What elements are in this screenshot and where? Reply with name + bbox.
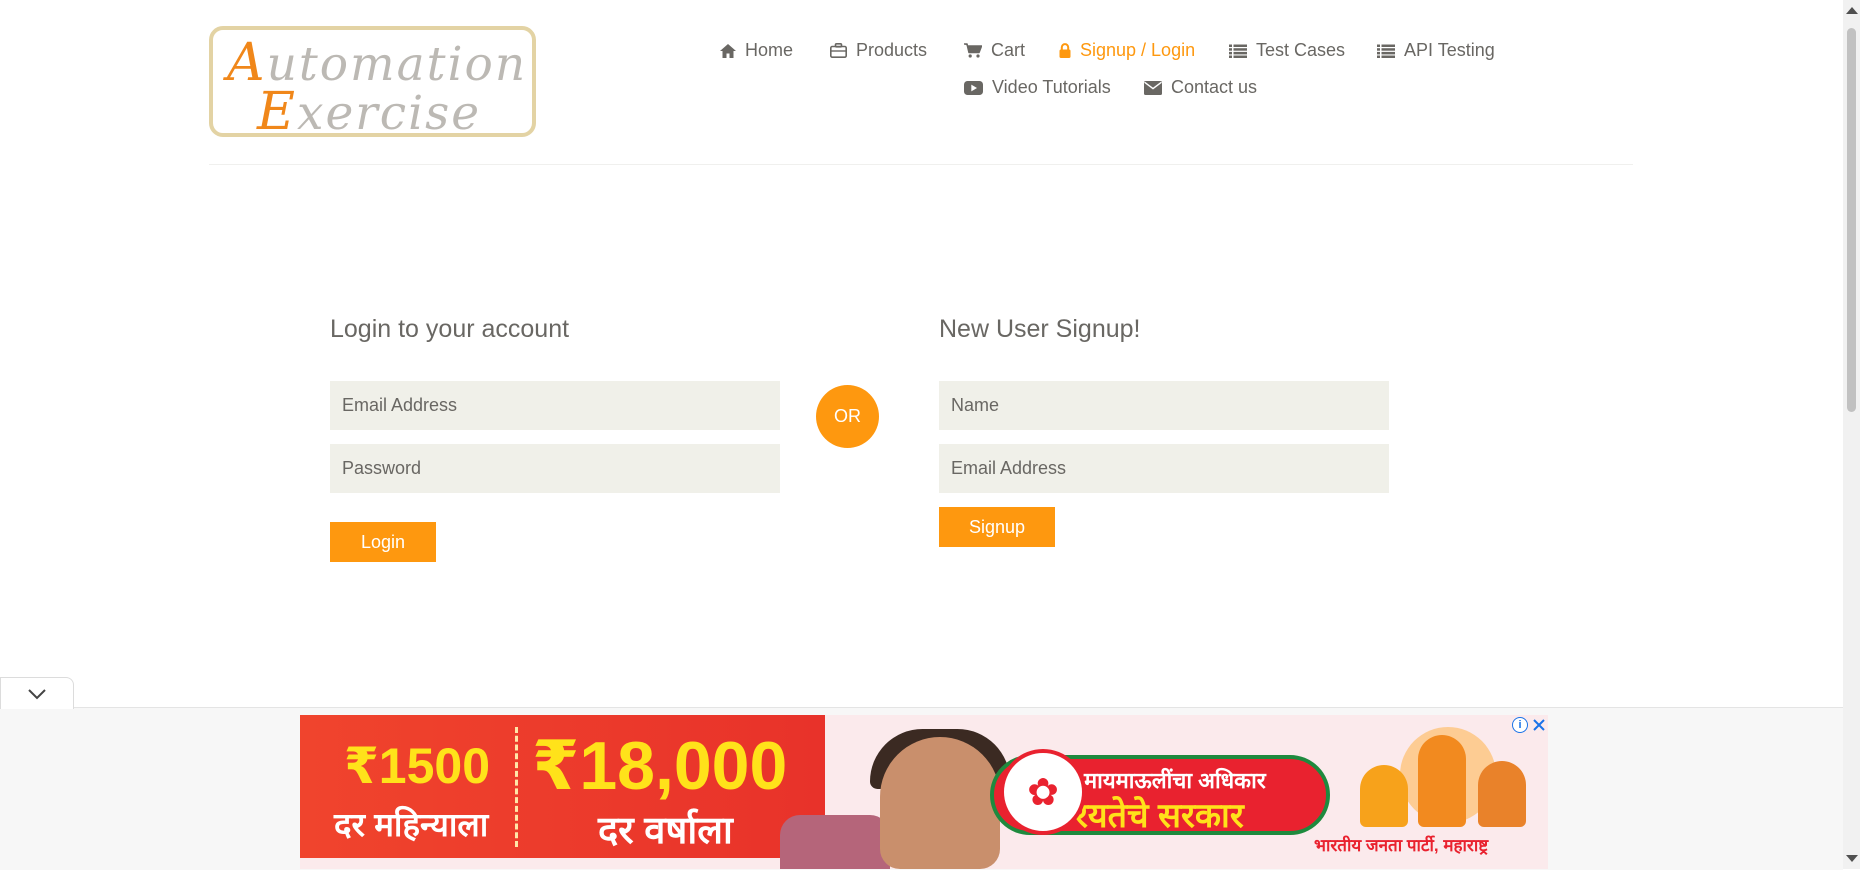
envelope-icon	[1144, 80, 1162, 95]
ad-amount-month: ₹1500	[344, 738, 491, 794]
nav-cart[interactable]: Cart	[964, 40, 1025, 61]
or-divider-badge: OR	[816, 385, 879, 448]
scroll-down-arrow-icon[interactable]	[1846, 855, 1858, 862]
ad-leader-figure	[1418, 735, 1466, 827]
login-form-title: Login to your account	[330, 315, 570, 343]
youtube-play-icon	[964, 80, 983, 95]
ad-amount-panel: ₹1500 ₹18,000 दर महिन्याला दर वर्षाला	[300, 715, 825, 858]
nav-contact-us[interactable]: Contact us	[1144, 77, 1257, 98]
scrollbar-thumb[interactable]	[1847, 28, 1856, 412]
ad-per-year: दर वर्षाला	[598, 810, 733, 852]
nav-contact-us-label: Contact us	[1171, 77, 1258, 97]
nav-products-label: Products	[856, 40, 928, 60]
ad-divider	[515, 727, 518, 847]
nav-test-cases-label: Test Cases	[1256, 40, 1346, 60]
ad-leader-figure	[1478, 761, 1526, 827]
ad-party-name: भारतीय जनता पार्टी, महाराष्ट्र	[1314, 836, 1489, 855]
chevron-down-icon	[28, 688, 46, 699]
briefcase-icon	[830, 43, 847, 58]
list-icon	[1229, 44, 1247, 58]
signup-name-input[interactable]	[939, 381, 1389, 430]
login-button[interactable]: Login	[330, 522, 436, 562]
scroll-up-arrow-icon[interactable]	[1846, 7, 1858, 14]
nav-api-testing[interactable]: API Testing	[1377, 40, 1495, 61]
nav-video-tutorials[interactable]: Video Tutorials	[964, 77, 1111, 98]
nav-signup-login-label: Signup / Login	[1080, 40, 1196, 60]
login-email-input[interactable]	[330, 381, 780, 430]
login-password-input[interactable]	[330, 444, 780, 493]
info-icon[interactable]: i	[1512, 717, 1528, 733]
nav-signup-login[interactable]: Signup / Login	[1059, 40, 1195, 61]
nav-api-testing-label: API Testing	[1404, 40, 1495, 60]
nav-home-label: Home	[745, 40, 794, 60]
lotus-icon: ✿	[1000, 749, 1086, 835]
signup-button[interactable]: Signup	[939, 507, 1055, 547]
page-scrollbar[interactable]	[1843, 0, 1860, 869]
ad-leaders-image	[1360, 727, 1536, 827]
nav-home[interactable]: Home	[720, 40, 793, 61]
logo-text-cap-e: E	[257, 82, 297, 142]
ad-crowd-image	[780, 815, 890, 869]
close-icon[interactable]	[1530, 715, 1548, 735]
nav-products[interactable]: Products	[830, 40, 927, 61]
signup-form-title: New User Signup!	[939, 315, 1141, 343]
lock-icon	[1059, 43, 1071, 58]
home-icon	[720, 43, 736, 58]
ad-portrait-image	[880, 737, 1000, 869]
nav-test-cases[interactable]: Test Cases	[1229, 40, 1345, 61]
ad-per-month: दर महिन्याला	[334, 806, 489, 843]
ad-leader-figure	[1360, 765, 1408, 827]
ad-amount-year: ₹18,000	[532, 728, 788, 804]
signup-email-input[interactable]	[939, 444, 1389, 493]
cart-icon	[964, 43, 982, 58]
ad-banner[interactable]: ₹1500 ₹18,000 दर महिन्याला दर वर्षाला मा…	[300, 715, 1548, 869]
ad-slogan-line2: रयतेचे सरकार	[1074, 797, 1244, 835]
close-x-glyph	[1533, 719, 1545, 731]
logo-text-line2: xercise	[296, 86, 482, 141]
list-icon	[1377, 44, 1395, 58]
site-logo[interactable]: Automation Exercise	[209, 26, 536, 142]
header-divider	[209, 164, 1633, 165]
nav-video-tutorials-label: Video Tutorials	[992, 77, 1111, 97]
nav-cart-label: Cart	[991, 40, 1026, 60]
ad-collapse-toggle[interactable]	[0, 677, 74, 709]
